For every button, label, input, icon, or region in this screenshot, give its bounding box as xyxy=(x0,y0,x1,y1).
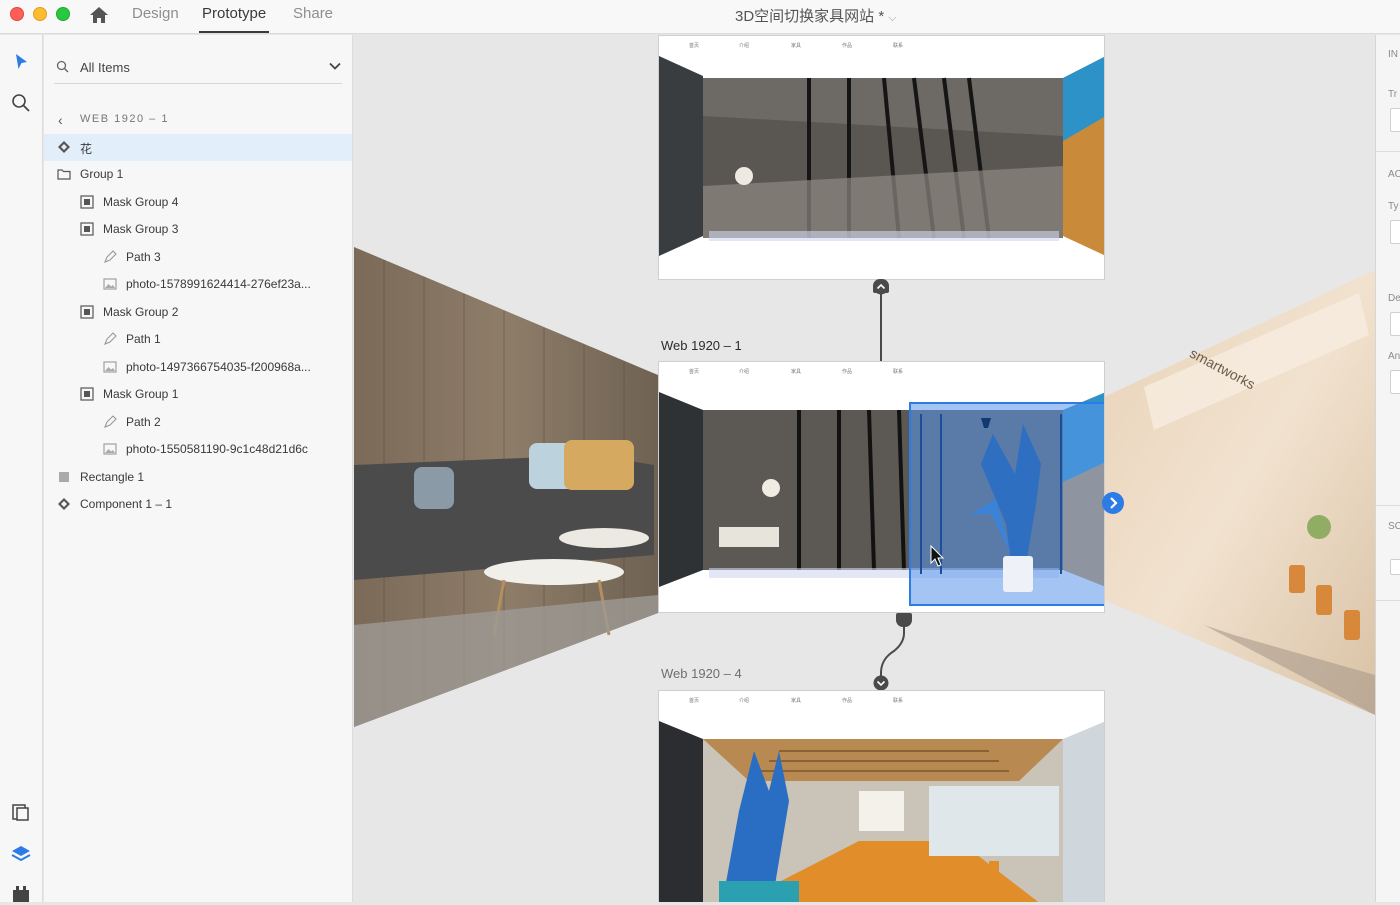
artboard-web-1920-1[interactable]: 首页 介绍 家具 作品 联系 xyxy=(658,361,1105,613)
component-icon xyxy=(58,141,70,153)
search-icon xyxy=(56,60,69,73)
interaction-arrow-icon[interactable] xyxy=(1101,491,1125,515)
type-dropdown[interactable] xyxy=(1390,220,1400,244)
layer-label: Mask Group 2 xyxy=(103,305,179,319)
home-icon[interactable] xyxy=(88,4,110,26)
path-icon xyxy=(104,250,117,263)
tool-bar xyxy=(0,35,43,902)
layer-row[interactable]: Path 3 xyxy=(44,244,352,271)
mask-group-icon xyxy=(80,305,94,319)
layer-row[interactable]: Mask Group 4 xyxy=(44,189,352,216)
rectangle-icon xyxy=(59,472,69,482)
cushion-shape xyxy=(564,440,634,490)
layer-label: Mask Group 1 xyxy=(103,387,179,401)
artboard-label[interactable]: Web 1920 – 1 xyxy=(661,338,742,353)
layer-label: Mask Group 3 xyxy=(103,222,179,236)
folder-icon xyxy=(57,169,71,180)
layer-label: 花 xyxy=(80,142,93,156)
chevron-left-icon[interactable]: ‹ xyxy=(58,112,63,128)
layer-label: Path 1 xyxy=(126,332,161,346)
layer-label: Mask Group 4 xyxy=(103,195,179,209)
close-window-button[interactable] xyxy=(10,7,24,21)
mask-group-icon xyxy=(80,387,94,401)
trigger-dropdown[interactable] xyxy=(1390,108,1400,132)
chevron-down-icon: ⌵ xyxy=(888,12,897,24)
image-icon xyxy=(103,443,117,455)
assets-icon[interactable] xyxy=(10,801,32,823)
layer-label: Path 2 xyxy=(126,415,161,429)
divider xyxy=(1376,600,1400,601)
corridor-photo xyxy=(659,56,1104,256)
layer-row[interactable]: Mask Group 1 xyxy=(44,381,352,408)
image-icon xyxy=(103,361,117,373)
props-section-label: IN xyxy=(1388,49,1398,60)
breadcrumb-label: WEB 1920 – 1 xyxy=(80,113,169,125)
chevron-up-icon[interactable] xyxy=(873,279,889,295)
layer-label: photo-1550581190-9c1c48d21d6c xyxy=(126,442,308,456)
layer-label: photo-1578991624414-276ef23a... xyxy=(126,277,311,291)
title-bar: Design Prototype Share 3D空间切换家具网站 * ⌵ xyxy=(0,0,1400,34)
layer-label: Rectangle 1 xyxy=(80,470,145,484)
flow-node[interactable] xyxy=(896,613,912,627)
layer-label: photo-1497366754035-f200968a... xyxy=(126,360,311,374)
tab-prototype[interactable]: Prototype xyxy=(198,5,270,33)
layer-row[interactable]: Path 1 xyxy=(44,326,352,353)
layer-row[interactable]: Mask Group 2 xyxy=(44,299,352,326)
chevron-down-icon[interactable] xyxy=(328,59,342,73)
selected-flower-element[interactable] xyxy=(909,402,1104,606)
animation-dropdown[interactable] xyxy=(1390,370,1400,394)
tab-share[interactable]: Share xyxy=(293,5,333,33)
layers-icon[interactable] xyxy=(10,843,32,865)
select-tool-icon[interactable] xyxy=(10,51,32,73)
plant-graphic xyxy=(920,414,1062,592)
artboard-web-1920-4[interactable]: 首页 介绍 家具 作品 联系 xyxy=(658,690,1105,902)
zoom-window-button[interactable] xyxy=(56,7,70,21)
props-field-label: De xyxy=(1388,293,1400,304)
cursor-arrow-icon xyxy=(930,545,945,567)
scroll-checkbox[interactable] xyxy=(1390,559,1400,575)
filter-label: All Items xyxy=(80,60,130,75)
coffee-table-shape xyxy=(559,528,649,548)
cushion-shape xyxy=(414,467,454,509)
layer-row[interactable]: photo-1578991624414-276ef23a... xyxy=(44,271,352,298)
artboard-label[interactable]: Web 1920 – 4 xyxy=(661,666,742,681)
props-field-label: Ty xyxy=(1388,201,1399,212)
divider xyxy=(1376,505,1400,506)
layer-label: Path 3 xyxy=(126,250,161,264)
tab-design[interactable]: Design xyxy=(132,5,179,33)
layer-row[interactable]: Component 1 – 1 xyxy=(44,491,352,518)
document-title-text: 3D空间切换家具网站 * xyxy=(735,8,885,25)
minimize-window-button[interactable] xyxy=(33,7,47,21)
divider xyxy=(1376,151,1400,152)
layer-row[interactable]: photo-1497366754035-f200968a... xyxy=(44,354,352,381)
layer-row[interactable]: Path 2 xyxy=(44,409,352,436)
layer-row[interactable]: 花 xyxy=(44,134,352,161)
image-icon xyxy=(103,278,117,290)
artboard-top[interactable]: 首页 介绍 家具 作品 联系 xyxy=(658,35,1105,280)
layer-label: Group 1 xyxy=(80,167,124,181)
layer-filter[interactable]: All Items xyxy=(54,51,342,84)
layers-panel: All Items ‹ WEB 1920 – 1 花 Group 1 Mask … xyxy=(44,35,353,902)
zoom-tool-icon[interactable] xyxy=(10,92,32,114)
design-canvas[interactable]: smartworks 首页 介绍 家具 作品 联系 Web 1920 – 1 首… xyxy=(354,35,1375,902)
props-section-label: SC xyxy=(1388,521,1400,532)
layer-label: Component 1 – 1 xyxy=(80,497,173,511)
layer-row[interactable]: Mask Group 3 xyxy=(44,216,352,243)
layer-row[interactable]: photo-1550581190-9c1c48d21d6c xyxy=(44,436,352,463)
path-icon xyxy=(104,332,117,345)
office-lobby-photo xyxy=(659,721,1104,902)
mask-group-icon xyxy=(80,195,94,209)
props-field-label: Tr xyxy=(1388,89,1398,100)
layer-row[interactable]: Rectangle 1 xyxy=(44,464,352,491)
destination-dropdown[interactable] xyxy=(1390,312,1400,336)
mask-group-icon xyxy=(80,222,94,236)
chevron-down-icon[interactable] xyxy=(873,675,889,691)
layer-row[interactable]: Group 1 xyxy=(44,161,352,188)
component-icon xyxy=(58,498,70,510)
props-field-label: An xyxy=(1388,351,1400,362)
props-section-label: AC xyxy=(1388,169,1400,180)
document-title[interactable]: 3D空间切换家具网站 * ⌵ xyxy=(735,5,897,26)
properties-panel: IN Tr AC Ty De An SC xyxy=(1375,35,1400,902)
path-icon xyxy=(104,415,117,428)
